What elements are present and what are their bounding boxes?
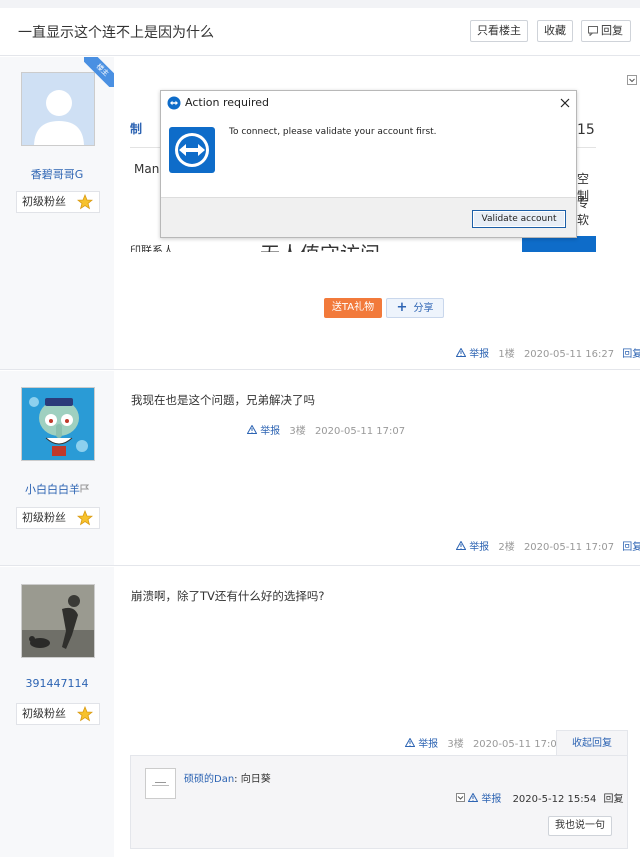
fan-level-label: 初级粉丝	[22, 511, 66, 524]
behind-text: Man	[134, 162, 160, 176]
sub-reply-time: 2020-5-12 15:54	[512, 794, 597, 805]
behind-text: 15	[577, 122, 595, 138]
fan-level-label: 初级粉丝	[22, 195, 66, 208]
sub-reply: 硕硕的Dan: 向日葵	[184, 770, 271, 785]
username-label: 小白白白羊	[25, 483, 80, 496]
say-something-button[interactable]: 我也说一句	[548, 816, 612, 836]
share-label: 分享	[413, 303, 434, 314]
warning-icon	[467, 792, 479, 802]
sub-reply-author[interactable]: 硕硕的Dan	[184, 774, 234, 785]
behind-text: 制	[130, 122, 143, 136]
reply-link[interactable]: 回复	[622, 349, 640, 360]
sub-reply-reply-link[interactable]: 回复	[604, 794, 624, 805]
behind-text: 专软	[577, 196, 590, 227]
favorite-button[interactable]: 收藏	[537, 20, 573, 42]
reply-link[interactable]: 回复	[622, 542, 640, 553]
teamviewer-logo-icon	[169, 127, 215, 173]
plus-icon: +	[396, 300, 408, 315]
photo-avatar-icon	[22, 585, 94, 657]
sub-reply-tail: 举报 2020-5-12 15:54 回复	[456, 790, 624, 805]
floor-number: 1楼	[498, 349, 515, 360]
floor-number: 3楼	[447, 739, 464, 750]
teamviewer-icon	[167, 96, 181, 110]
top-strip	[0, 0, 640, 8]
behind-text: 印联系人	[130, 244, 174, 252]
post-content: 崩溃啊，除了TV还有什么好的选择吗?	[131, 589, 325, 603]
post-tail: 举报 3楼 2020-05-11 17:07	[404, 735, 564, 750]
dialog-message: To connect, please validate your account…	[229, 127, 437, 137]
fan-level-label: 初级粉丝	[22, 707, 66, 720]
send-gift-button[interactable]: 送TA礼物	[324, 298, 382, 318]
share-button[interactable]: + 分享	[386, 298, 444, 318]
close-icon[interactable]	[560, 98, 570, 108]
post-time: 2020-05-11 16:27	[523, 349, 615, 360]
behind-text: 无人值守访问	[260, 238, 380, 252]
thread-title: 一直显示这个连不上是因为什么	[18, 25, 214, 41]
sub-reply-text: 向日葵	[240, 774, 271, 785]
floor-number: 2楼	[498, 542, 515, 553]
post-tail: 举报 1楼 2020-05-11 16:27 回复	[455, 345, 640, 360]
star-icon	[77, 194, 93, 210]
reply-button[interactable]: 回复	[581, 20, 631, 42]
validate-account-button[interactable]: Validate account	[472, 210, 566, 228]
post-time: 2020-05-11 17:07	[523, 542, 615, 553]
only-op-button[interactable]: 只看楼主	[470, 20, 528, 42]
flag-icon	[80, 484, 90, 493]
post-content: 我现在也是这个问题，兄弟解决了吗	[131, 393, 315, 407]
fan-level-badge: 初级粉丝	[16, 703, 100, 725]
comment-icon	[588, 26, 598, 36]
chevron-down-icon[interactable]	[456, 793, 465, 802]
collapse-replies-button[interactable]: 收起回复	[556, 730, 628, 756]
post-tail: 举报 2楼 2020-05-11 17:07 回复	[455, 538, 640, 553]
warning-icon	[404, 737, 416, 747]
action-required-dialog: Action required To connect, please valid…	[160, 90, 577, 238]
report-link[interactable]: 举报	[260, 426, 280, 437]
username[interactable]: 香碧哥哥G	[0, 166, 114, 182]
warning-icon	[246, 424, 258, 434]
tiny-avatar-icon	[146, 769, 175, 798]
star-icon	[77, 706, 93, 722]
username[interactable]: 391447114	[0, 677, 114, 690]
post-time: 2020-05-11 17:07	[472, 739, 564, 750]
dialog-title: Action required	[185, 96, 270, 109]
report-link[interactable]: 举报	[469, 542, 489, 553]
post-time: 2020-05-11 17:07	[314, 426, 406, 437]
report-link[interactable]: 举报	[418, 739, 438, 750]
op-badge: 楼主	[84, 57, 114, 87]
fan-level-badge: 初级粉丝	[16, 507, 100, 529]
squidward-avatar-icon	[22, 388, 94, 460]
reply-button-label: 回复	[601, 24, 623, 37]
sub-reply-avatar[interactable]	[145, 768, 176, 799]
avatar[interactable]	[21, 387, 95, 461]
behind-blue-button	[522, 236, 596, 252]
fan-level-badge: 初级粉丝	[16, 191, 100, 213]
inner-tail: 举报 3楼 2020-05-11 17:07	[246, 422, 406, 437]
warning-icon	[455, 540, 467, 550]
star-icon	[77, 510, 93, 526]
dialog-title-bar: Action required	[161, 91, 576, 115]
floor-number: 3楼	[289, 426, 306, 437]
report-link[interactable]: 举报	[469, 349, 489, 360]
warning-icon	[455, 347, 467, 357]
post-menu-chevron-icon[interactable]	[627, 75, 637, 85]
username[interactable]: 小白白白羊	[0, 481, 114, 497]
report-link[interactable]: 举报	[481, 794, 501, 805]
avatar[interactable]	[21, 584, 95, 658]
